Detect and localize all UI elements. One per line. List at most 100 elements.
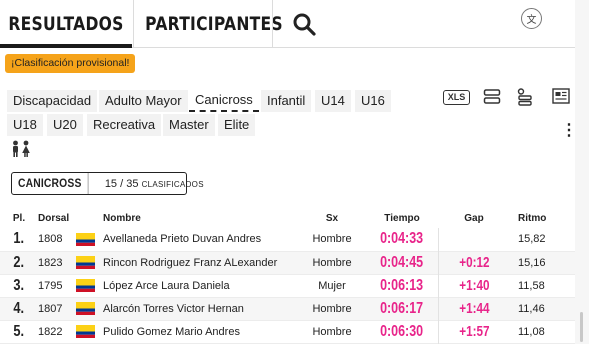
tab-divider: [133, 0, 134, 48]
header-dorsal[interactable]: Dorsal: [38, 208, 76, 228]
cell-dorsal: 1807: [38, 302, 63, 315]
position-value: 4.: [13, 299, 25, 317]
cell-sx: Hombre: [312, 302, 352, 315]
newspaper-icon[interactable]: [552, 88, 570, 104]
scrollbar-thumb[interactable]: [580, 312, 583, 342]
category-elite[interactable]: Elite: [218, 114, 256, 136]
category-canicross[interactable]: Canicross: [189, 90, 259, 112]
active-tab-indicator: [0, 44, 132, 48]
cell-name[interactable]: Rincon Rodriguez Franz ALexander: [103, 251, 298, 274]
position-value: 5.: [13, 322, 25, 340]
cell-name[interactable]: Pulido Gomez Mario Andres: [103, 320, 298, 343]
tab-divider: [272, 0, 273, 48]
cell-dorsal: 1808: [38, 233, 63, 246]
colombia-flag-icon: [76, 325, 95, 338]
cell-position: 4.: [0, 297, 38, 320]
table-row[interactable]: 1. 1808 Avellaneda Prieto Duvan Andres Homb…: [0, 228, 575, 251]
cell-ritmo: 15,82: [518, 233, 546, 246]
cell-dorsal: 1822: [38, 325, 63, 338]
colombia-flag-icon: [76, 279, 95, 292]
position-value: 2.: [13, 253, 25, 271]
cell-flag: [76, 251, 103, 274]
cell-name[interactable]: López Arce Laura Daniela: [103, 274, 298, 297]
header-gap[interactable]: Gap: [438, 208, 510, 228]
table-row[interactable]: 4. 1807 Alarcón Torres Victor Hernan Hombre…: [0, 297, 575, 320]
people-icon[interactable]: [10, 140, 32, 158]
cell-ritmo: 11,08: [518, 325, 545, 338]
category-adulto-mayor[interactable]: Adulto Mayor: [99, 90, 188, 112]
top-tab-bar: RESULTADOS PARTICIPANTES 文: [0, 0, 575, 48]
cell-ritmo: 11,46: [518, 302, 545, 315]
tab-resultados[interactable]: RESULTADOS: [8, 0, 123, 48]
time-value: 0:04:33: [380, 230, 424, 248]
header-sx[interactable]: Sx: [298, 208, 366, 228]
cell-position: 3.: [0, 274, 38, 297]
header-flag: [76, 208, 103, 228]
position-value: 3.: [13, 276, 25, 294]
cell-time: 0:06:17: [366, 297, 438, 320]
time-value: 0:06:30: [380, 322, 424, 340]
cell-sx: Mujer: [318, 279, 346, 292]
table-row[interactable]: 2. 1823 Rincon Rodriguez Franz ALexander Ho…: [0, 251, 575, 274]
tab-participantes[interactable]: PARTICIPANTES: [145, 0, 283, 48]
gap-value: +0:12: [459, 254, 490, 271]
cell-gap: +1:44: [437, 297, 510, 320]
cell-name[interactable]: Alarcón Torres Victor Hernan: [103, 297, 298, 320]
summary-separator: /: [120, 177, 124, 190]
more-options-icon[interactable]: ⋮: [561, 123, 577, 140]
category-u20[interactable]: U20: [47, 114, 83, 136]
category-discapacidad[interactable]: Discapacidad: [7, 90, 98, 112]
summary-total: 35: [126, 177, 139, 190]
header-tiempo[interactable]: Tiempo: [366, 208, 438, 228]
cell-gap: +0:12: [437, 251, 510, 274]
gap-value: +1:44: [459, 300, 490, 317]
summary-shown: 15: [104, 177, 118, 190]
cell-flag: [76, 320, 103, 343]
cell-dorsal: 1823: [38, 256, 63, 269]
colombia-flag-icon: [76, 232, 95, 246]
category-u18[interactable]: U18: [7, 114, 43, 136]
cell-flag: [76, 274, 103, 297]
header-nombre[interactable]: Nombre: [103, 208, 298, 228]
cell-sx: Hombre: [312, 325, 352, 338]
time-value: 0:06:17: [380, 299, 424, 317]
cell-time: 0:06:30: [366, 320, 438, 343]
cell-ritmo: 11,58: [518, 279, 545, 292]
category-master[interactable]: Master: [163, 114, 215, 136]
cell-flag: [76, 228, 103, 251]
category-infantil[interactable]: Infantil: [261, 90, 312, 112]
table-header: Pl. Dorsal Nombre Sx Tiempo Gap Ritmo: [0, 208, 575, 228]
cell-position: 1.: [0, 228, 38, 251]
results-table: Pl. Dorsal Nombre Sx Tiempo Gap Ritmo 1.…: [0, 208, 575, 344]
cell-gap: [437, 228, 510, 251]
cell-gap: +1:57: [437, 320, 510, 343]
gap-value: +1:57: [459, 323, 490, 340]
cell-sx: Hombre: [312, 233, 352, 246]
gap-value: +1:40: [459, 277, 490, 294]
scrollbar-track[interactable]: [575, 0, 589, 344]
header-pl[interactable]: Pl.: [0, 208, 38, 228]
table-row[interactable]: 3. 1795 López Arce Laura Daniela Mujer 0:06:…: [0, 274, 575, 297]
table-row[interactable]: 5. 1822 Pulido Gomez Mario Andres Hombre 0:0…: [0, 320, 575, 343]
cell-name[interactable]: Avellaneda Prieto Duvan Andres: [103, 228, 298, 251]
category-u16[interactable]: U16: [355, 90, 391, 112]
cell-time: 0:04:33: [366, 228, 438, 251]
cell-position: 2.: [0, 251, 38, 274]
search-icon[interactable]: [292, 12, 316, 36]
colombia-flag-icon: [76, 302, 95, 315]
summary-category: CANICROSS: [12, 173, 89, 194]
cell-ritmo: 15,16: [518, 256, 546, 269]
provisional-badge: ¡Clasificación provisional!: [5, 54, 136, 73]
language-icon[interactable]: 文: [521, 8, 542, 29]
header-ritmo[interactable]: Ritmo: [510, 208, 575, 228]
summary-count: 15 / 35 CLASIFICADOS: [101, 178, 204, 190]
category-recreativa[interactable]: Recreativa: [87, 114, 162, 136]
list-view-icon[interactable]: [483, 88, 501, 106]
tree-view-icon[interactable]: [516, 88, 534, 106]
export-xls-button[interactable]: XLS: [443, 90, 470, 105]
cell-position: 5.: [0, 320, 38, 343]
category-u14[interactable]: U14: [315, 90, 351, 112]
cell-flag: [76, 297, 103, 320]
cell-sx: Hombre: [312, 256, 352, 269]
cell-time: 0:06:13: [366, 274, 438, 297]
